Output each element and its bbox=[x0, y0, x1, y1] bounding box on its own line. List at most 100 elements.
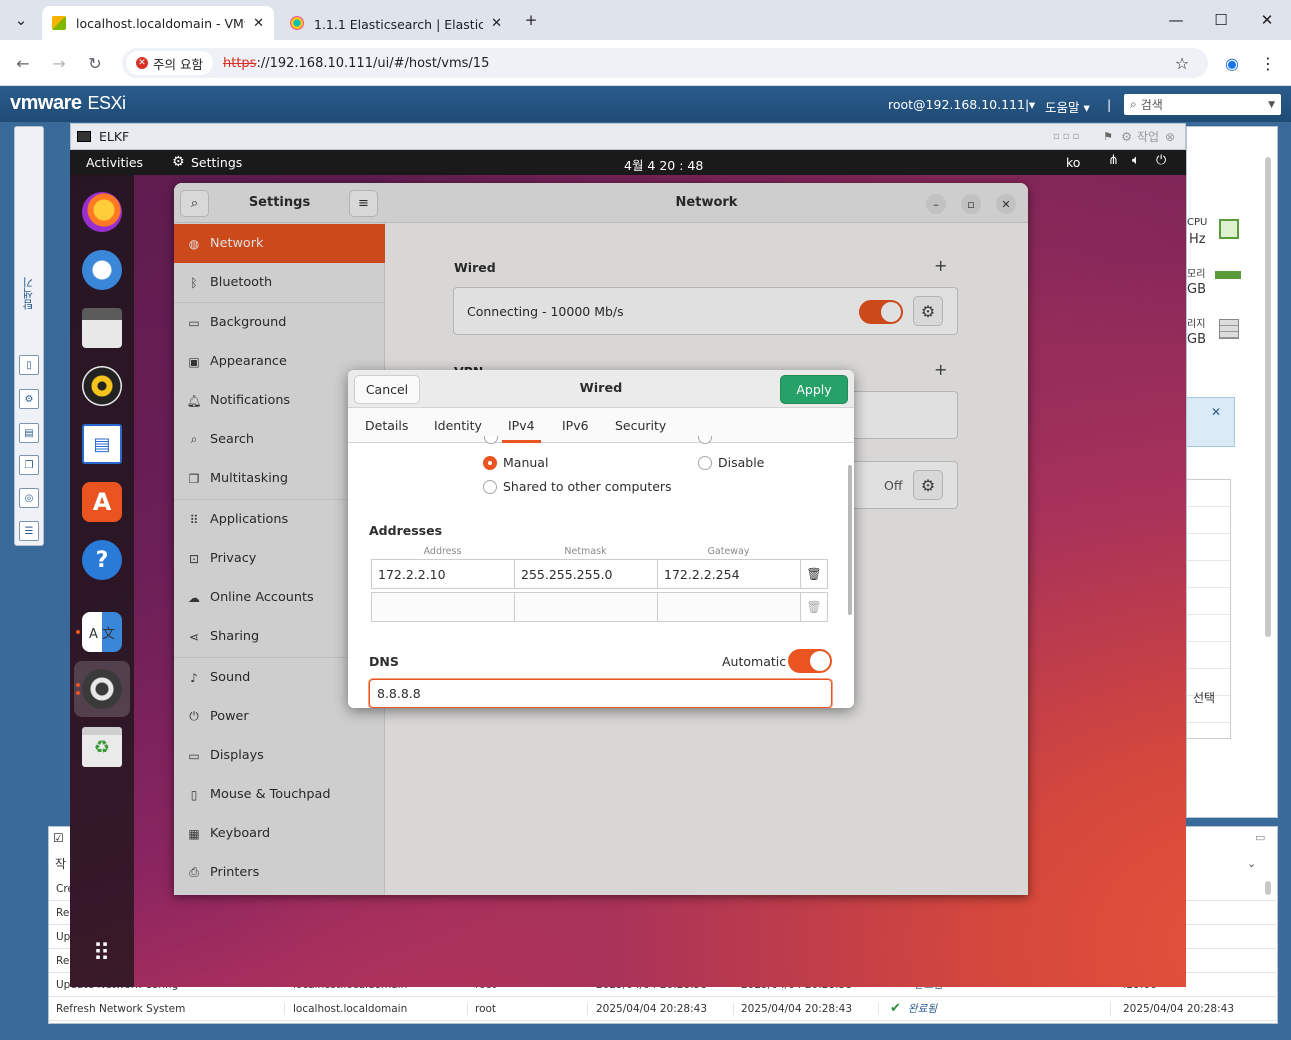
notice-close-icon[interactable]: ✕ bbox=[1211, 405, 1221, 419]
select-label[interactable]: 선택 bbox=[1193, 689, 1215, 706]
tasks-header: 작 bbox=[55, 857, 67, 871]
volume-icon[interactable]: 🔈︎ bbox=[1132, 153, 1140, 168]
monitor-icon[interactable]: ▤ bbox=[19, 423, 39, 443]
rhythmbox-icon[interactable] bbox=[82, 366, 122, 406]
libreoffice-writer-icon[interactable]: ▤ bbox=[82, 424, 122, 464]
elastic-favicon-icon bbox=[290, 16, 304, 30]
help-menu[interactable]: 도움말 ▾ bbox=[1045, 97, 1090, 116]
delete-address-icon[interactable]: 🗑︎ bbox=[800, 559, 828, 589]
tab-details[interactable]: Details bbox=[365, 408, 408, 443]
language-support-icon[interactable]: A 文 bbox=[82, 612, 122, 652]
vm-actions-menu[interactable]: 작업 bbox=[1137, 128, 1159, 145]
browser-tab-strip: ⌄ localhost.localdomain - VMwa ✕ 1.1.1 E… bbox=[0, 0, 1291, 40]
tab-close-icon[interactable]: ✕ bbox=[253, 16, 264, 31]
gateway-input[interactable]: 172.2.2.254 bbox=[657, 559, 801, 589]
gear-icon[interactable]: ⚙ bbox=[1121, 129, 1132, 144]
app-center-icon[interactable]: A bbox=[82, 482, 122, 522]
new-tab-icon[interactable]: + bbox=[518, 8, 544, 32]
radio-disable[interactable]: Disable bbox=[698, 455, 764, 470]
dialog-tabs: Details Identity IPv4 IPv6 Security bbox=[348, 408, 854, 443]
console-window-controls-icon[interactable]: ▫▫▫ bbox=[1053, 131, 1082, 142]
gateway-input-empty[interactable] bbox=[657, 592, 801, 622]
minimize-icon[interactable]: — bbox=[1163, 8, 1189, 32]
tab-security[interactable]: Security bbox=[615, 408, 666, 443]
navigator-label[interactable]: 탐색기 bbox=[21, 277, 37, 310]
vms-icon[interactable]: ❐ bbox=[19, 455, 39, 475]
ubuntu-dock: ▤ A ? A 文 ♻ ⠿ bbox=[70, 175, 134, 987]
header-divider: | bbox=[1025, 97, 1030, 112]
panel-collapse-icon[interactable]: ▭ bbox=[1255, 831, 1265, 844]
apply-button[interactable]: Apply bbox=[780, 375, 848, 404]
maximize-icon[interactable]: ☐ bbox=[1208, 8, 1234, 32]
files-icon[interactable] bbox=[82, 308, 122, 348]
back-icon[interactable]: ← bbox=[11, 51, 35, 75]
profile-icon[interactable]: ◉ bbox=[1220, 51, 1244, 75]
tab-ipv6[interactable]: IPv6 bbox=[562, 408, 589, 443]
vm-console-titlebar: ELKF ▫▫▫ ⚑ ⚙ 작업 ⊗ bbox=[70, 123, 1186, 150]
radio-shared[interactable]: Shared to other computers bbox=[483, 479, 672, 494]
browser-tab-elastic[interactable]: 1.1.1 Elasticsearch | Elastic 가이 ✕ bbox=[280, 6, 512, 40]
activities-button[interactable]: Activities bbox=[86, 155, 143, 170]
chevron-down-icon[interactable]: ⌄ bbox=[1247, 857, 1256, 870]
reload-icon[interactable]: ↻ bbox=[83, 51, 107, 75]
addresses-label: Addresses bbox=[369, 523, 443, 538]
trash-icon[interactable]: ♻ bbox=[82, 727, 122, 767]
dialog-scrollbar[interactable] bbox=[848, 465, 852, 615]
close-window-icon[interactable]: ✕ bbox=[1254, 8, 1280, 32]
manage-icon[interactable]: ⚙ bbox=[19, 389, 39, 409]
tasks-scrollbar[interactable] bbox=[1265, 881, 1271, 895]
header-divider: | bbox=[1107, 97, 1112, 112]
column-address: Address bbox=[423, 546, 462, 557]
host-icon[interactable]: ▯ bbox=[19, 355, 39, 375]
table-row[interactable]: Refresh Network System localhost.localdo… bbox=[49, 997, 1277, 1021]
netmask-input-empty[interactable] bbox=[514, 592, 658, 622]
url-text[interactable]: https://192.168.10.111/ui/#/host/vms/15 bbox=[223, 56, 489, 71]
radio-manual[interactable]: Manual bbox=[483, 455, 548, 470]
running-indicator bbox=[76, 683, 80, 687]
tab-close-icon[interactable]: ✕ bbox=[491, 16, 502, 31]
power-icon[interactable]: ⏻ bbox=[1156, 153, 1166, 168]
vmware-esxi-logo: vmware ESXi bbox=[10, 92, 126, 115]
settings-app-icon[interactable] bbox=[82, 669, 122, 709]
browser-tab-esxi[interactable]: localhost.localdomain - VMwa ✕ bbox=[42, 6, 274, 40]
cpu-unit: Hz bbox=[1189, 232, 1206, 247]
url-scheme: https bbox=[222, 55, 257, 71]
storage-icon[interactable]: ◎ bbox=[19, 488, 39, 508]
radio-indicator bbox=[483, 479, 497, 494]
firefox-icon[interactable] bbox=[82, 192, 122, 232]
address-input[interactable]: 172.2.2.10 bbox=[371, 559, 515, 589]
dns-label: DNS bbox=[369, 654, 399, 669]
networking-icon[interactable]: ☰ bbox=[19, 521, 39, 541]
keyboard-layout-icon[interactable]: ⚑ bbox=[1103, 130, 1113, 143]
logo-esxi: ESXi bbox=[87, 93, 127, 113]
tab-ipv4[interactable]: IPv4 bbox=[502, 408, 541, 443]
dialog-header: Cancel Wired Apply bbox=[348, 370, 854, 408]
menu-kebab-icon[interactable]: ⋮ bbox=[1256, 51, 1280, 75]
input-language[interactable]: ko bbox=[1066, 155, 1080, 170]
user-menu[interactable]: root@192.168.10.111 ▾ bbox=[888, 97, 1035, 112]
omnibox[interactable]: ✕ 주의 요함 https://192.168.10.111/ui/#/host… bbox=[122, 48, 1208, 78]
netmask-input[interactable]: 255.255.255.0 bbox=[514, 559, 658, 589]
security-warning-chip[interactable]: ✕ 주의 요함 bbox=[126, 51, 213, 75]
dns-input[interactable]: 8.8.8.8 bbox=[369, 679, 832, 708]
clock[interactable]: 4월 4 20 : 48 bbox=[624, 155, 703, 174]
navigator-rail: 탐색기 ▯ ⚙ ▤ ❐ ◎ ☰ bbox=[14, 126, 44, 546]
toggle-knob bbox=[810, 651, 830, 671]
tab-search-chevron-icon[interactable]: ⌄ bbox=[8, 8, 34, 32]
right-scrollbar[interactable] bbox=[1265, 157, 1271, 637]
bookmark-star-icon[interactable]: ☆ bbox=[1170, 51, 1194, 75]
tab-identity[interactable]: Identity bbox=[434, 408, 482, 443]
address-input-empty[interactable] bbox=[371, 592, 515, 622]
network-wired-icon[interactable]: ⋔ bbox=[1108, 153, 1119, 168]
cpu-label: CPU bbox=[1187, 217, 1208, 228]
help-icon[interactable]: ? bbox=[82, 540, 122, 580]
dns-automatic-toggle[interactable] bbox=[788, 649, 832, 673]
ubuntu-desktop: Activities ⚙ Settings 4월 4 20 : 48 ko ⋔ … bbox=[70, 150, 1186, 987]
search-placeholder: 검색 bbox=[1140, 98, 1163, 112]
forward-icon[interactable]: → bbox=[47, 51, 71, 75]
show-apps-grid-icon[interactable]: ⠿ bbox=[82, 933, 122, 973]
console-close-icon[interactable]: ⊗ bbox=[1165, 130, 1175, 144]
esxi-search-input[interactable]: ⌕ 검색 ▼ bbox=[1124, 94, 1281, 115]
app-menu[interactable]: Settings bbox=[191, 155, 242, 170]
thunderbird-icon[interactable] bbox=[82, 250, 122, 290]
